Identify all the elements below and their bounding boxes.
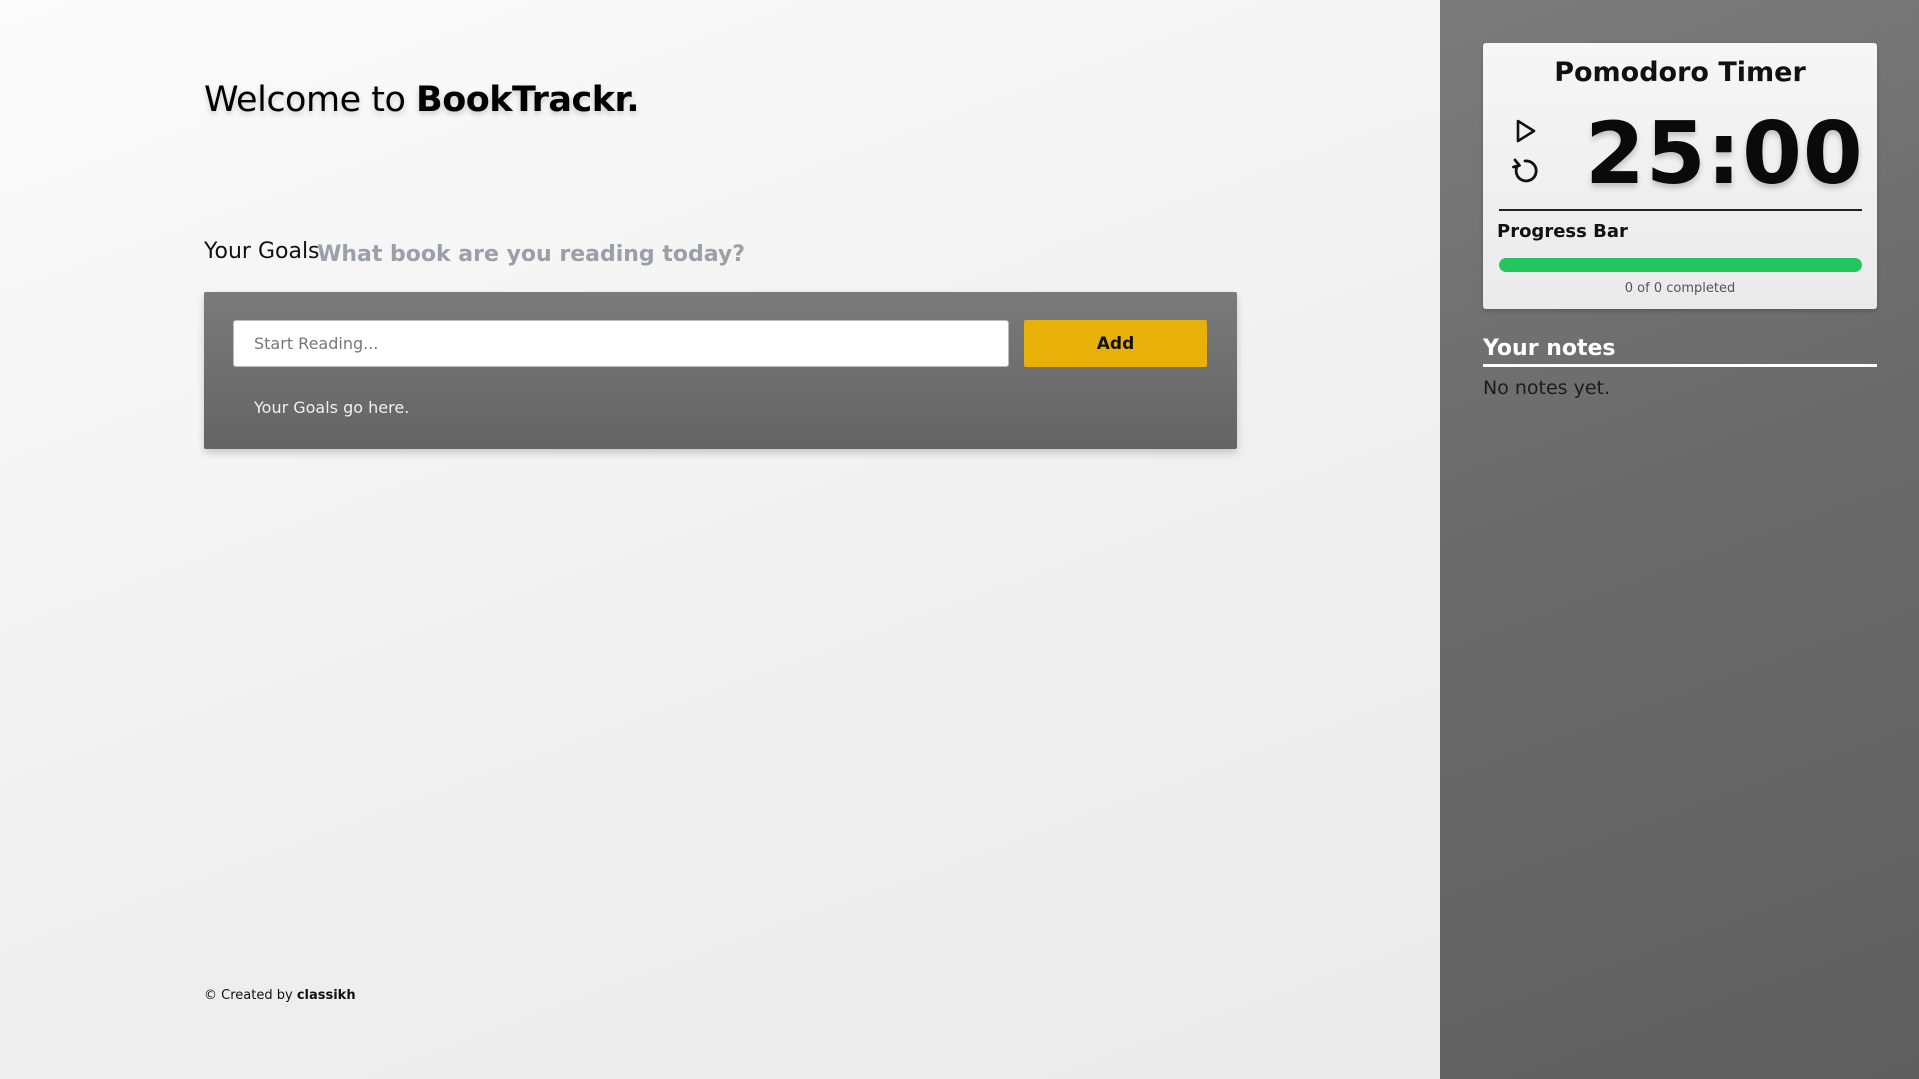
goals-panel: Add Your Goals go here. — [204, 292, 1237, 449]
pomodoro-card: Pomodoro Timer 25:00 Progress Bar 0 of 0… — [1483, 43, 1877, 309]
timer-divider — [1499, 209, 1862, 211]
reset-icon[interactable] — [1509, 155, 1541, 187]
timer-display: 25:00 — [1585, 104, 1864, 204]
timer-title: Pomodoro Timer — [1554, 57, 1806, 88]
notes-empty-message: No notes yet. — [1483, 377, 1611, 399]
reading-question: What book are you reading today? — [317, 242, 745, 267]
welcome-prefix: Welcome to — [204, 80, 406, 120]
goals-empty-message: Your Goals go here. — [254, 398, 410, 417]
page-title: Welcome to BookTrackr. — [204, 80, 640, 120]
play-icon[interactable] — [1511, 117, 1539, 145]
brand-name: BookTrackr. — [416, 80, 640, 120]
notes-heading: Your notes — [1483, 336, 1616, 361]
progress-bar — [1499, 258, 1862, 272]
progress-label: Progress Bar — [1497, 221, 1628, 242]
footer-prefix: © Created by — [204, 988, 293, 1003]
progress-bar-fill — [1499, 258, 1862, 272]
notes-divider — [1483, 364, 1877, 367]
footer-author: classikh — [296, 988, 356, 1003]
progress-text: 0 of 0 completed — [1624, 281, 1736, 296]
start-reading-input[interactable] — [233, 320, 1009, 367]
add-button[interactable]: Add — [1024, 320, 1207, 367]
footer-credit: © Created by classikh — [204, 988, 356, 1003]
sidebar: Pomodoro Timer 25:00 Progress Bar 0 of 0… — [1440, 0, 1919, 1079]
main-content: Welcome to BookTrackr. Your Goals What b… — [0, 0, 1440, 1079]
goals-heading: Your Goals — [204, 239, 320, 264]
